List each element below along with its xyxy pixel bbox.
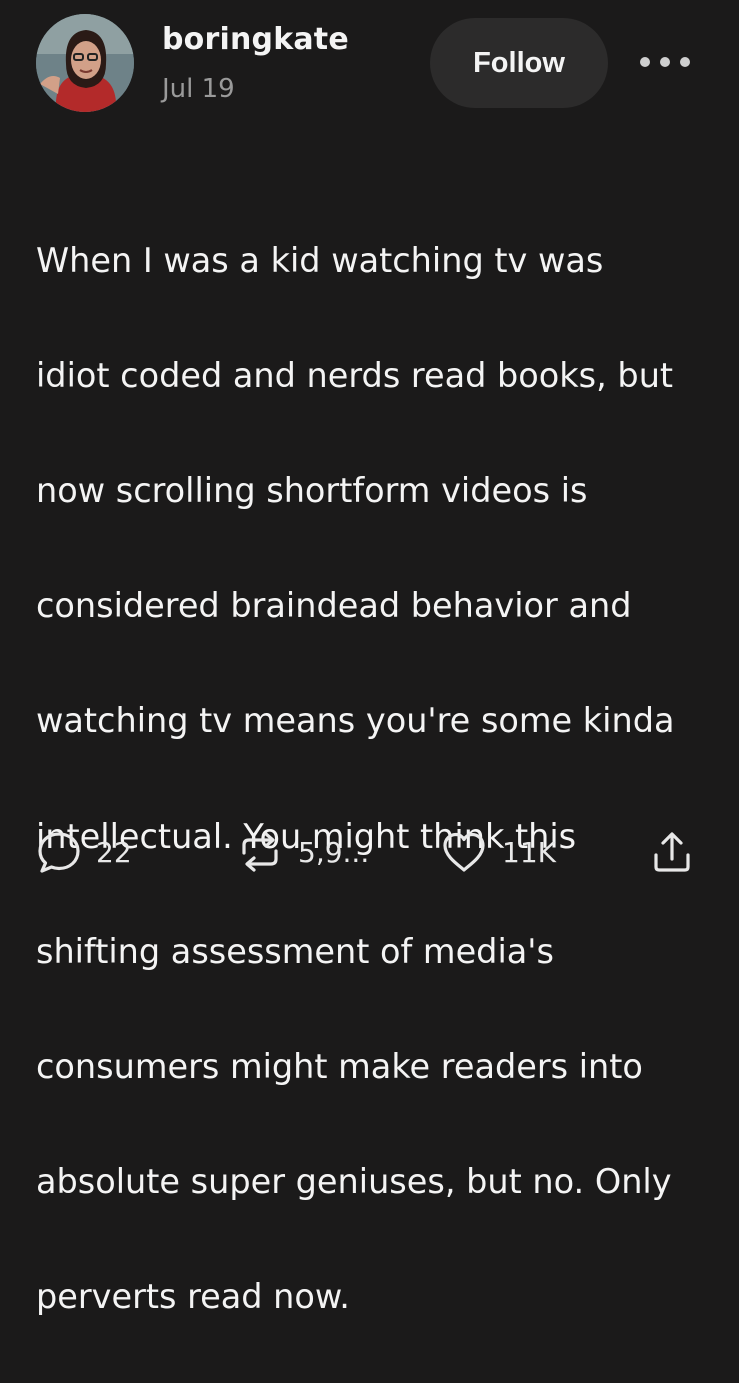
avatar[interactable] xyxy=(36,14,134,112)
share-button[interactable] xyxy=(650,822,694,882)
post-body: When I was a kid watching tv was idiot c… xyxy=(36,174,716,1383)
repost-arrows-icon xyxy=(236,829,284,875)
ellipsis-icon xyxy=(660,57,670,67)
post-body-line: idiot coded and nerds read books, but xyxy=(36,355,674,395)
post-body-line: consumers might make readers into xyxy=(36,1046,643,1086)
reblog-button[interactable]: 5,9... xyxy=(236,822,369,882)
like-button[interactable]: 11K xyxy=(440,822,556,882)
post-date: Jul 19 xyxy=(162,74,235,104)
post-body-line: perverts read now. xyxy=(36,1277,350,1317)
post-body-line: watching tv means you're some kinda xyxy=(36,701,675,741)
post-body-line: absolute super geniuses, but no. Only xyxy=(36,1162,672,1202)
post-body-line: intellectual. You might think this xyxy=(36,816,577,856)
follow-button[interactable]: Follow xyxy=(430,18,608,108)
heart-icon xyxy=(440,829,488,875)
author-username[interactable]: boringkate xyxy=(162,22,349,57)
reply-count: 22 xyxy=(96,835,132,869)
ellipsis-icon xyxy=(640,57,650,67)
like-count: 11K xyxy=(502,835,556,869)
ellipsis-icon xyxy=(680,57,690,67)
reblog-count: 5,9... xyxy=(298,835,370,869)
post-body-line: considered braindead behavior and xyxy=(36,586,632,626)
reply-button[interactable]: 22 xyxy=(36,822,132,882)
share-upload-icon xyxy=(650,829,694,875)
post-body-line: shifting assessment of media's xyxy=(36,931,554,971)
more-options-button[interactable] xyxy=(640,50,690,74)
post-card: boringkate Jul 19 Follow When I was a ki… xyxy=(0,0,739,1316)
post-body-line: now scrolling shortform videos is xyxy=(36,470,588,510)
speech-bubble-icon xyxy=(36,829,82,875)
post-body-line: When I was a kid watching tv was xyxy=(36,240,604,280)
